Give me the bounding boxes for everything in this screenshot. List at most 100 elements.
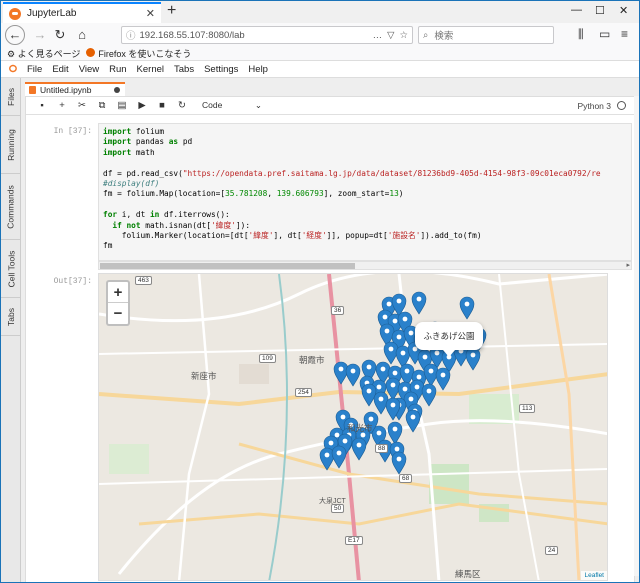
- menu-view[interactable]: View: [79, 64, 99, 75]
- run-icon[interactable]: ▶: [132, 100, 152, 111]
- bookmark-item[interactable]: Firefox を使いこなそう: [86, 47, 191, 60]
- cell-type-select[interactable]: Code ⌄: [202, 100, 262, 111]
- notebook-toolbar: ▪ + ✂ ⧉ ▤ ▶ ■ ↻ Code ⌄ Python 3: [26, 97, 634, 115]
- menu-run[interactable]: Run: [109, 64, 126, 75]
- road-number: 109: [259, 354, 276, 363]
- road-number: E17: [345, 536, 363, 545]
- output-prompt: Out[37]:: [53, 277, 92, 286]
- jupyterlab-menu-bar: ⵔ File Edit View Run Kernel Tabs Setting…: [1, 62, 639, 78]
- horizontal-scrollbar[interactable]: ◂ ▸: [98, 261, 632, 270]
- paste-icon[interactable]: ▤: [112, 100, 132, 111]
- search-bar[interactable]: ⌕ 検索: [418, 26, 554, 44]
- zoom-in-button[interactable]: +: [108, 282, 128, 303]
- input-prompt: In [37]:: [53, 127, 92, 136]
- place-label: 新座市: [191, 371, 217, 381]
- code-line: import math: [103, 147, 155, 157]
- new-tab-button[interactable]: +: [167, 2, 176, 20]
- sidebar-tab-running[interactable]: Running: [1, 116, 21, 174]
- kernel-name[interactable]: Python 3: [577, 101, 611, 111]
- copy-icon[interactable]: ⧉: [92, 100, 112, 111]
- bookmarks-toolbar: ⚙ よく見るページ Firefox を使いこなそう: [1, 47, 639, 61]
- menu-icon[interactable]: ≡: [621, 27, 628, 41]
- bookmark-star-icon[interactable]: ☆: [399, 30, 408, 41]
- browser-window: JupyterLab ✕ + — ☐ ✕ ← → ↻ ⌂ ⓘ 192.168.5…: [0, 0, 640, 583]
- code-line: df = pd.read_csv("https://opendata.pref.…: [103, 168, 601, 178]
- maximize-icon[interactable]: ☐: [595, 4, 605, 17]
- close-tab-icon[interactable]: ✕: [146, 7, 155, 20]
- notebook-tab[interactable]: Untitled.ipynb: [25, 82, 125, 96]
- back-arrow-icon[interactable]: ←: [5, 25, 25, 45]
- jupyter-logo-icon: ⵔ: [8, 64, 18, 75]
- road-number: 68: [399, 474, 413, 483]
- reload-icon[interactable]: ↻: [51, 26, 69, 44]
- firefox-icon: [86, 48, 96, 57]
- unsaved-dot-icon[interactable]: [114, 87, 120, 93]
- menu-file[interactable]: File: [27, 64, 42, 75]
- notebook-tab-title: Untitled.ipynb: [40, 85, 92, 95]
- notebook-area: Untitled.ipynb ▪ + ✂ ⧉ ▤ ▶ ■ ↻ Code ⌄ Pyt…: [21, 78, 639, 582]
- bookmark-item[interactable]: ⚙ よく見るページ: [7, 47, 80, 60]
- menu-kernel[interactable]: Kernel: [137, 64, 164, 75]
- left-sidebar: Files Running Commands Cell Tools Tabs: [1, 78, 21, 582]
- scroll-right-icon[interactable]: ▸: [626, 261, 630, 269]
- road-number: 113: [519, 404, 536, 413]
- menu-help[interactable]: Help: [248, 64, 268, 75]
- page-actions-icon[interactable]: …: [373, 30, 383, 41]
- add-cell-icon[interactable]: +: [52, 100, 72, 111]
- scrollbar-thumb[interactable]: [100, 263, 355, 269]
- place-label: 練馬区: [455, 569, 481, 579]
- vertical-scrollbar[interactable]: [634, 96, 639, 576]
- code-line: fm = folium.Map(location=[35.781208, 139…: [103, 189, 404, 199]
- search-icon: ⌕: [423, 29, 429, 41]
- library-icon[interactable]: ⫼: [578, 27, 584, 42]
- road-number: 463: [135, 276, 152, 285]
- close-window-icon[interactable]: ✕: [619, 4, 628, 17]
- sidebar-tab-files[interactable]: Files: [1, 78, 21, 116]
- place-label: 朝霞市: [299, 355, 325, 365]
- code-cell-editor[interactable]: import folium import pandas as pd import m…: [98, 123, 632, 261]
- map-attribution[interactable]: Leaflet: [581, 571, 607, 580]
- menu-settings[interactable]: Settings: [204, 64, 238, 75]
- code-line: #display(df): [103, 179, 160, 189]
- cut-icon[interactable]: ✂: [72, 100, 92, 111]
- zoom-control: + −: [106, 280, 130, 326]
- home-icon[interactable]: ⌂: [73, 26, 91, 44]
- sidebar-tab-cell-tools[interactable]: Cell Tools: [1, 240, 21, 298]
- jupyter-logo-icon: [9, 7, 21, 20]
- road-number: 24: [545, 546, 559, 555]
- search-placeholder: 検索: [434, 31, 454, 42]
- restart-icon[interactable]: ↻: [172, 100, 192, 111]
- code-line: if not math.isnan(dt['緯度']):: [112, 220, 251, 230]
- sidebar-tab-commands[interactable]: Commands: [1, 174, 21, 240]
- road-number: 50: [331, 504, 345, 513]
- marker-popup[interactable]: ふきあげ公園: [415, 322, 483, 357]
- code-line: for i, dt in df.iterrows():: [103, 210, 230, 220]
- zoom-out-button[interactable]: −: [108, 303, 128, 324]
- menu-tabs[interactable]: Tabs: [174, 64, 194, 75]
- minimize-icon[interactable]: —: [571, 4, 582, 16]
- kernel-status-icon: [617, 101, 626, 110]
- info-icon[interactable]: ⓘ: [126, 28, 136, 42]
- code-line: import folium: [103, 127, 165, 136]
- code-line: folium.Marker(location=[dt['緯度'], dt['経度…: [103, 231, 482, 241]
- notebook-panel: ▪ + ✂ ⧉ ▤ ▶ ■ ↻ Code ⌄ Python 3 In [37]: …: [25, 96, 635, 582]
- menu-edit[interactable]: Edit: [52, 64, 68, 75]
- navigation-bar: ← → ↻ ⌂ ⓘ 192.168.55.107:8080/lab … ▽ ☆ …: [1, 23, 639, 47]
- leaflet-map[interactable]: + − 新座市 朝霞市 和光市 大泉JCT 練馬区 463 36 109 254…: [98, 273, 608, 581]
- save-icon[interactable]: ▪: [32, 100, 52, 111]
- browser-tab[interactable]: JupyterLab ✕: [3, 2, 161, 23]
- code-line: fm: [103, 241, 113, 251]
- pocket-icon[interactable]: ▽: [387, 30, 394, 41]
- stop-icon[interactable]: ■: [152, 100, 172, 111]
- road-number: 254: [295, 388, 312, 397]
- sidebar-icon[interactable]: ▭: [599, 27, 610, 41]
- code-line: import pandas as pd: [103, 137, 193, 147]
- notebook-icon: [29, 86, 36, 94]
- sidebar-tab-tabs[interactable]: Tabs: [1, 298, 21, 336]
- place-label: 和光市: [347, 423, 373, 433]
- forward-arrow-icon[interactable]: →: [31, 26, 49, 44]
- url-bar[interactable]: ⓘ 192.168.55.107:8080/lab … ▽ ☆: [121, 26, 413, 44]
- road-number: 36: [331, 306, 345, 315]
